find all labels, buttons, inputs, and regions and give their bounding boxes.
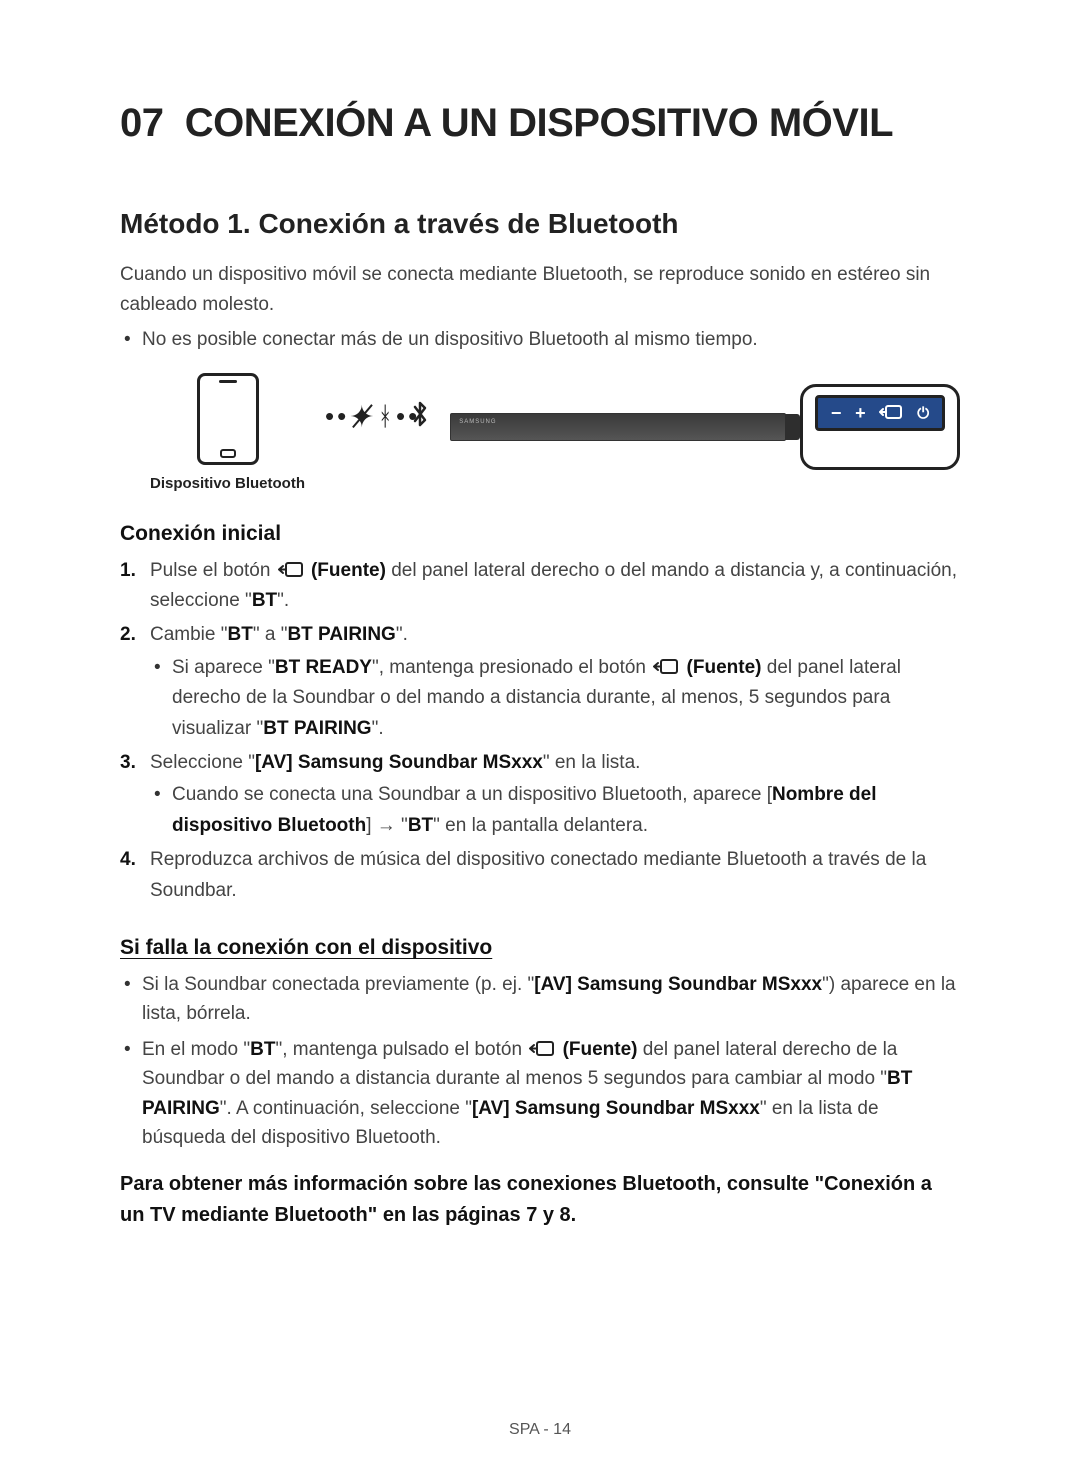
step-2-sub: Si aparece "BT READY", mantenga presiona… xyxy=(150,653,960,744)
lead-bullet: No es posible conectar más de un disposi… xyxy=(120,325,960,354)
chapter-title: 07 CONEXIÓN A UN DISPOSITIVO MÓVIL xyxy=(120,100,960,146)
lead-bullet-list: No es posible conectar más de un disposi… xyxy=(120,325,960,354)
bluetooth-diagram: Dispositivo Bluetooth ••✦̸ᚼ•• SAMSUNG − … xyxy=(150,373,960,492)
source-icon xyxy=(529,1040,555,1058)
more-info-note: Para obtener más información sobre las c… xyxy=(120,1169,960,1231)
fail-bullet-2: En el modo "BT", mantenga pulsado el bot… xyxy=(120,1035,960,1153)
source-icon xyxy=(653,658,679,676)
source-panel-icon xyxy=(879,404,903,422)
step-3-sub: Cuando se conecta una Soundbar a un disp… xyxy=(150,780,960,841)
page-footer: SPA - 14 xyxy=(0,1421,1080,1439)
initial-connection-heading: Conexión inicial xyxy=(120,522,960,546)
bluetooth-link-icon: ••✦̸ᚼ•• xyxy=(325,400,420,435)
initial-steps: Pulse el botón (Fuente) del panel latera… xyxy=(120,556,960,906)
power-icon: ⏻ xyxy=(917,405,929,422)
volume-down-icon: − xyxy=(831,403,842,424)
phone-column: Dispositivo Bluetooth xyxy=(150,373,305,492)
side-panel-diagram: − + ⏻ xyxy=(800,384,960,470)
chapter-text: CONEXIÓN A UN DISPOSITIVO MÓVIL xyxy=(185,101,893,145)
fail-bullet-1: Si la Soundbar conectada previamente (p.… xyxy=(120,970,960,1029)
phone-label: Dispositivo Bluetooth xyxy=(150,475,305,492)
step-1: Pulse el botón (Fuente) del panel latera… xyxy=(120,556,960,617)
lead-paragraph: Cuando un dispositivo móvil se conecta m… xyxy=(120,260,960,319)
fail-bullets: Si la Soundbar conectada previamente (p.… xyxy=(120,970,960,1153)
phone-icon xyxy=(197,373,259,465)
bluetooth-symbol-icon xyxy=(410,400,430,435)
soundbar-brand: SAMSUNG xyxy=(459,419,496,425)
source-icon xyxy=(278,561,304,579)
volume-up-icon: + xyxy=(855,403,866,424)
step-4: Reproduzca archivos de música del dispos… xyxy=(120,845,960,906)
connection-fail-heading: Si falla la conexión con el dispositivo xyxy=(120,936,960,960)
section-title: Método 1. Conexión a través de Bluetooth xyxy=(120,206,960,242)
chapter-number: 07 xyxy=(120,101,164,145)
step-3: Seleccione "[AV] Samsung Soundbar MSxxx"… xyxy=(120,748,960,841)
soundbar-icon: SAMSUNG xyxy=(450,413,786,441)
step-2: Cambie "BT" a "BT PAIRING". Si aparece "… xyxy=(120,620,960,744)
